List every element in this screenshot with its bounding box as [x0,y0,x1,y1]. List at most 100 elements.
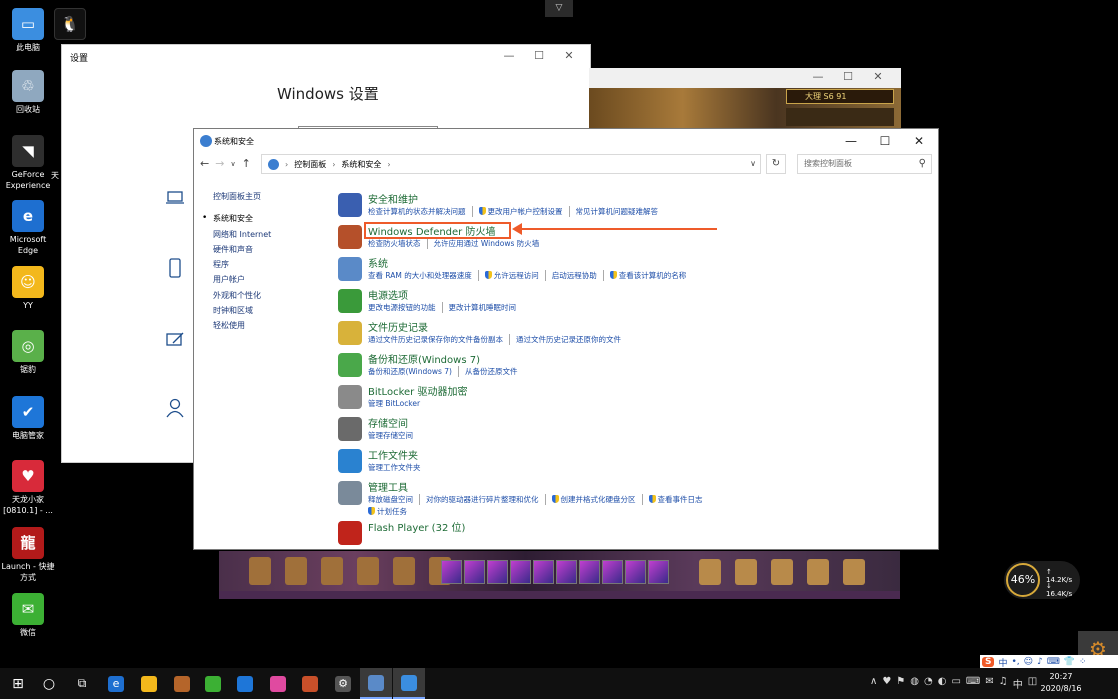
category-icon[interactable] [338,449,362,473]
tray-icon[interactable]: ◐ [938,676,947,691]
tray-icon[interactable]: ◍ [910,676,919,691]
tray-icon[interactable]: ♥ [882,676,891,691]
category-title-link[interactable]: 备份和还原(Windows 7) [368,351,480,366]
nav-item[interactable]: 轻松使用 [213,318,271,333]
taskbar-app-game-launcher[interactable] [166,668,198,699]
desktop-icon[interactable]: ◥ GeForce Experience [0,135,56,191]
task-link[interactable]: 更改计算机睡眠时间 [441,302,523,313]
ime-voice-icon[interactable]: ♪ [1037,657,1043,667]
category-title-link[interactable]: 系统 [368,255,388,270]
search-input[interactable]: 搜索控制面板 ⚲ [797,154,932,174]
tray-icon[interactable]: ▭ [951,676,960,691]
category-icon[interactable] [338,385,362,409]
taskbar-app-wechat[interactable] [197,668,229,699]
category-icon[interactable] [338,193,362,217]
taskbar-app-window-app[interactable] [393,668,425,699]
category-title-link[interactable]: Flash Player (32 位) [368,519,465,534]
task-link[interactable]: 更改电源按钮的功能 [368,302,442,313]
address-bar[interactable]: › 控制面板 › 系统和安全 › ∨ [261,154,761,174]
taskbar-app-yy[interactable] [133,668,165,699]
recent-dropdown-icon[interactable]: ∨ [230,157,235,171]
category-title-link[interactable]: 存储空间 [368,415,408,430]
task-view-icon[interactable]: ⧉ [66,668,98,699]
taskbar-app-settings[interactable]: ⚙ [327,668,359,699]
ime-mode[interactable]: 中 [998,656,1007,669]
forward-arrow-icon[interactable]: → [215,157,224,171]
category-title-link[interactable]: 安全和维护 [368,191,418,206]
task-link[interactable]: 从备份还原文件 [458,366,524,377]
ime-emoji-icon[interactable]: ☺ [1024,657,1033,667]
category-title-link[interactable]: 工作文件夹 [368,447,418,462]
task-link[interactable]: 通过文件历史记录保存你的文件备份副本 [368,334,509,345]
category-icon[interactable] [338,481,362,505]
task-link[interactable]: 常见计算机问题疑难解答 [568,206,665,217]
category-title-link[interactable]: 文件历史记录 [368,319,428,334]
task-link[interactable]: 允许远程访问 [477,270,545,281]
category-icon[interactable] [338,225,362,249]
desktop-icon[interactable]: ☺ YY [0,266,56,311]
task-link[interactable]: 管理存储空间 [368,430,419,441]
account-icon[interactable] [164,398,186,420]
ime-punctuation[interactable]: •, [1012,657,1020,667]
taskbar-app-control-panel[interactable] [360,668,392,699]
task-link[interactable]: 管理工作文件夹 [368,462,427,473]
desktop-icon[interactable]: 龍 Launch - 快捷方式 [0,527,56,583]
breadcrumb-item[interactable]: 控制面板 [294,159,326,170]
ime-toolbox-icon[interactable]: ⁘ [1079,657,1087,667]
close-button[interactable]: ✕ [902,132,936,150]
search-icon[interactable]: ○ [33,668,65,699]
desktop-icon[interactable]: ✉ 微信 [0,593,56,638]
nav-item[interactable]: 网络和 Internet [213,227,271,242]
tray-icon[interactable]: ⌨ [966,676,980,691]
nav-item[interactable]: 用户帐户 [213,272,271,287]
ime-skin-icon[interactable]: 👕 [1064,657,1075,667]
clock[interactable]: 20:27 2020/8/16 [1036,671,1086,695]
category-title-link[interactable]: BitLocker 驱动器加密 [368,383,467,398]
category-title-link[interactable]: 管理工具 [368,479,408,494]
tray-icon[interactable]: 中 [1013,676,1023,691]
nav-item[interactable]: 外观和个性化 [213,288,271,303]
task-link[interactable]: 检查计算机的状态并解决问题 [368,206,472,217]
minimize-button[interactable]: — [803,68,833,86]
task-link[interactable]: 对你的驱动器进行碎片整理和优化 [419,494,545,505]
close-button[interactable]: ✕ [554,47,584,65]
task-link[interactable]: 查看该计算机的名称 [602,270,693,281]
sogou-logo-icon[interactable]: S [982,657,995,667]
chevron-down-icon[interactable]: ∨ [750,159,756,168]
maximize-button[interactable]: ☐ [868,132,902,150]
task-link[interactable]: 检查防火墙状态 [368,238,427,249]
desktop-icon[interactable]: ✔ 电脑管家 [0,396,56,441]
pen-tablet-icon[interactable] [164,331,186,353]
task-link[interactable]: 释放磁盘空间 [368,494,419,505]
nav-item[interactable]: 程序 [213,257,271,272]
minimize-button[interactable]: — [494,47,524,65]
category-icon[interactable] [338,353,362,377]
laptop-icon[interactable] [164,190,186,212]
breadcrumb-item[interactable]: 系统和安全 [341,159,381,170]
task-link[interactable]: 通过文件历史记录还原你的文件 [509,334,627,345]
maximize-button[interactable]: ☐ [524,47,554,65]
desktop-icon[interactable]: ♥ 天龙小家 [0810.1] - ... [0,460,56,516]
maximize-button[interactable]: ☐ [833,68,863,86]
qq-icon[interactable]: 🐧 [50,8,90,42]
tray-icon[interactable]: ◔ [924,676,933,691]
category-icon[interactable] [338,257,362,281]
task-link[interactable]: 计划任务 [368,507,407,516]
task-link[interactable]: 管理 BitLocker [368,398,426,409]
ime-toolbar[interactable]: S 中 •, ☺ ♪ ⌨ 👕 ⁘ [980,655,1118,669]
phone-icon[interactable] [164,258,186,280]
task-link[interactable]: 启动远程协助 [544,270,603,281]
taskbar-app-photos[interactable] [262,668,294,699]
desktop-icon[interactable]: ▭ 此电脑 [0,8,56,53]
desktop-icon[interactable]: ♲ 回收站 [0,70,56,115]
ime-keyboard-icon[interactable]: ⌨ [1047,657,1060,667]
task-link[interactable]: 允许应用通过 Windows 防火墙 [426,238,546,249]
back-arrow-icon[interactable]: ← [200,157,209,171]
task-link[interactable]: 查看事件日志 [641,494,709,505]
category-icon[interactable] [338,289,362,313]
network-speed-widget[interactable]: 46% ↑ 14.2K/s ↓ 16.4K/s [1004,561,1080,599]
start-button[interactable]: ⊞ [2,668,34,699]
task-link[interactable]: 查看 RAM 的大小和处理器速度 [368,270,478,281]
up-arrow-icon[interactable]: ↑ [242,157,251,171]
task-link[interactable]: 备份和还原(Windows 7) [368,366,458,377]
